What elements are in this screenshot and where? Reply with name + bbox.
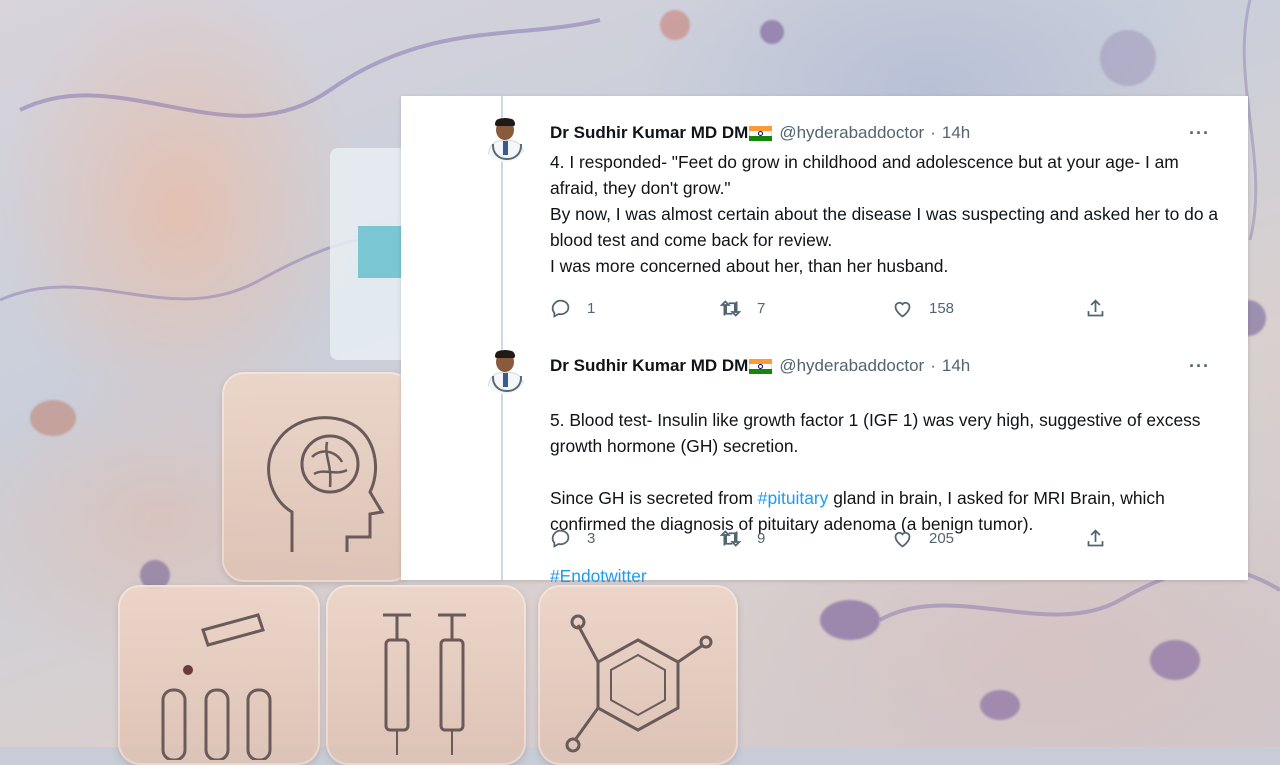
reply-count: 3: [587, 530, 596, 547]
like-icon: [894, 531, 911, 548]
like-button[interactable]: 205: [892, 528, 954, 549]
share-icon: [1087, 529, 1104, 547]
molecule-icon: [565, 614, 713, 753]
like-count: 158: [929, 300, 955, 317]
tweet-text-line: 4. I responded- "Feet do grow in childho…: [550, 152, 1179, 198]
separator: ·: [930, 123, 936, 142]
syringe-icon: [383, 613, 466, 755]
text-segment: Since GH is secreted from: [550, 488, 758, 508]
syringe-block: [326, 585, 526, 765]
tweet[interactable]: Dr Sudhir Kumar MD DM @hyderabaddoctor ·…: [401, 96, 1248, 332]
tweet[interactable]: Dr Sudhir Kumar MD DM @hyderabaddoctor ·…: [401, 332, 1248, 586]
author-name[interactable]: Dr Sudhir Kumar MD DM: [550, 123, 748, 143]
retweet-count: 9: [757, 530, 766, 547]
test-tubes-icon: [161, 613, 272, 760]
share-button[interactable]: [1085, 528, 1122, 549]
tweet-text-line: By now, I was almost certain about the d…: [550, 204, 1218, 250]
tweet-actions: 3 9 205: [550, 528, 1110, 552]
timestamp[interactable]: 14h: [942, 123, 970, 143]
reply-count: 1: [587, 300, 596, 317]
like-icon: [894, 301, 911, 318]
india-flag-icon: [749, 125, 773, 141]
test-tubes-block: [118, 585, 320, 765]
hashtag-link[interactable]: #Endotwitter: [550, 563, 1230, 589]
avatar[interactable]: [483, 118, 527, 162]
reply-icon: [551, 299, 570, 318]
reply-icon: [551, 529, 570, 548]
hashtag-link[interactable]: #pituitary: [758, 488, 829, 508]
retweet-count: 7: [757, 300, 766, 317]
brain-icon: [267, 416, 385, 552]
like-button[interactable]: 158: [892, 298, 954, 319]
tweet-header: Dr Sudhir Kumar MD DM @hyderabaddoctor ·…: [550, 355, 970, 377]
tweet-thread-panel: Dr Sudhir Kumar MD DM @hyderabaddoctor ·…: [401, 96, 1248, 586]
tweet-text-line: 5. Blood test- Insulin like growth facto…: [550, 410, 1201, 456]
author-name[interactable]: Dr Sudhir Kumar MD DM: [550, 356, 748, 376]
author-handle[interactable]: @hyderabaddoctor: [779, 123, 924, 143]
tweet-text-line: I was more concerned about her, than her…: [550, 256, 949, 276]
timestamp[interactable]: 14h: [942, 356, 970, 376]
author-handle[interactable]: @hyderabaddoctor: [779, 356, 924, 376]
share-icon: [1087, 299, 1104, 317]
more-icon[interactable]: ···: [1189, 356, 1210, 377]
tweet-text: 4. I responded- "Feet do grow in childho…: [550, 149, 1230, 279]
separator: ·: [930, 356, 936, 375]
like-count: 205: [929, 530, 955, 547]
retweet-icon: [720, 300, 741, 317]
tweet-text: 5. Blood test- Insulin like growth facto…: [550, 381, 1230, 615]
tweet-actions: 1 7 158: [550, 298, 1110, 322]
reply-button[interactable]: 3: [550, 528, 595, 549]
india-flag-icon: [749, 358, 773, 374]
avatar[interactable]: [483, 350, 527, 394]
more-icon[interactable]: ···: [1189, 123, 1210, 144]
retweet-button[interactable]: 7: [720, 298, 765, 319]
retweet-icon: [720, 530, 741, 547]
reply-button[interactable]: 1: [550, 298, 595, 319]
brain-block: [222, 372, 412, 582]
tweet-header: Dr Sudhir Kumar MD DM @hyderabaddoctor ·…: [550, 122, 970, 144]
share-button[interactable]: [1085, 298, 1122, 319]
retweet-button[interactable]: 9: [720, 528, 765, 549]
lab-card: [330, 148, 410, 360]
